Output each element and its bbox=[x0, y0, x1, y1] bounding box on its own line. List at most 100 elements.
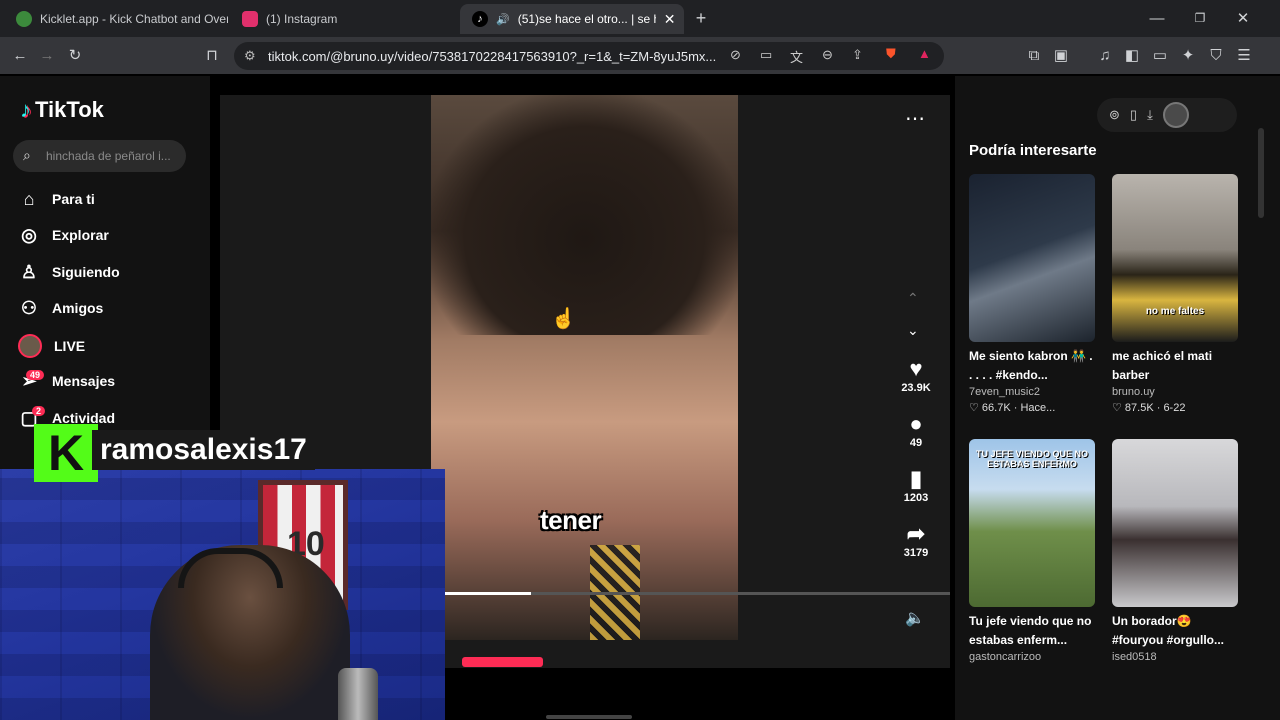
nav-label: Para ti bbox=[52, 191, 95, 207]
next-video-preview-indicator bbox=[462, 657, 543, 667]
thumbnail-caption: TU JEFE VIENDO QUE NO ESTABAS ENFERMO bbox=[975, 449, 1089, 469]
comment-button[interactable]: ● 49 bbox=[896, 411, 936, 449]
suggestion-card[interactable]: Me siento kabron 👬 . . . . . #kendo... 7… bbox=[969, 174, 1095, 414]
share-icon[interactable]: ⇪ bbox=[852, 47, 863, 63]
video-progress-fill bbox=[445, 592, 531, 595]
suggestion-thumbnail[interactable]: no me faltes bbox=[1112, 174, 1238, 342]
thumbnail-caption: no me faltes bbox=[1145, 306, 1205, 317]
media-icon[interactable]: ♫ bbox=[1096, 46, 1114, 64]
device-icon[interactable]: ▯ bbox=[1130, 107, 1137, 123]
bookmark-icon[interactable]: ⊓ bbox=[203, 46, 221, 64]
audio-playing-icon[interactable]: 🔊 bbox=[496, 13, 510, 26]
tab-instagram[interactable]: (1) Instagram bbox=[230, 4, 456, 34]
address-bar[interactable]: ⚙ tiktok.com/@bruno.uy/video/75381702284… bbox=[234, 42, 944, 70]
suggestion-title[interactable]: Un borador😍 #fouryou #orgullo... bbox=[1112, 612, 1238, 650]
vpn-shield-icon[interactable]: ⛉ bbox=[1207, 46, 1225, 64]
suggestion-card[interactable]: TU JEFE VIENDO QUE NO ESTABAS ENFERMO Tu… bbox=[969, 439, 1095, 663]
video-progress-bar[interactable] bbox=[445, 592, 950, 595]
nav-label: Mensajes bbox=[52, 373, 116, 389]
nav-label: LIVE bbox=[54, 338, 86, 354]
suggestion-title[interactable]: Tu jefe viendo que no estabas enferm... bbox=[969, 612, 1095, 650]
comment-count: 49 bbox=[909, 437, 923, 449]
coins-icon[interactable]: ⊚ bbox=[1109, 107, 1120, 123]
brave-rewards-icon[interactable]: ▲ bbox=[918, 46, 931, 61]
nav-amigos[interactable]: ⚇ Amigos bbox=[18, 297, 103, 319]
menu-icon[interactable]: ☰ bbox=[1235, 46, 1253, 64]
suggestion-author[interactable]: ised0518 bbox=[1112, 651, 1238, 663]
close-window-icon[interactable]: ✕ bbox=[1234, 9, 1252, 27]
suggestion-card[interactable]: Un borador😍 #fouryou #orgullo... ised051… bbox=[1112, 439, 1238, 663]
wallet-icon[interactable]: ▭ bbox=[1151, 46, 1169, 64]
suggestion-thumbnail[interactable] bbox=[969, 174, 1095, 342]
tiktok-wordmark: TikTok bbox=[35, 97, 104, 122]
save-count: 1203 bbox=[903, 492, 929, 504]
tiktok-note-icon: ♪ bbox=[20, 97, 31, 122]
following-icon: ♙ bbox=[20, 261, 38, 282]
sidebar-icon[interactable]: ◧ bbox=[1123, 46, 1141, 64]
leo-ai-icon[interactable]: ✦ bbox=[1179, 46, 1197, 64]
extensions-icon[interactable]: ⧉ bbox=[1025, 46, 1043, 64]
live-icon bbox=[18, 334, 42, 358]
search-icon: ⌕ bbox=[23, 147, 31, 163]
suggestion-author[interactable]: 7even_music2 bbox=[969, 386, 1095, 398]
friends-icon: ⚇ bbox=[20, 297, 38, 318]
video-frame-overlay bbox=[431, 95, 738, 335]
suggestion-title[interactable]: Me siento kabron 👬 . . . . . #kendo... bbox=[969, 347, 1095, 385]
video-caption: tener bbox=[540, 505, 602, 535]
nav-siguiendo[interactable]: ♙ Siguiendo bbox=[18, 261, 120, 283]
minimize-icon[interactable]: — bbox=[1148, 9, 1166, 27]
suggestions-title: Podría interesarte bbox=[969, 142, 1097, 159]
search-input[interactable]: ⌕ hinchada de peñarol i... bbox=[13, 140, 186, 172]
reload-icon[interactable]: ↻ bbox=[66, 46, 84, 64]
translate-icon[interactable]: 文 bbox=[790, 47, 803, 66]
bookmark-icon: ▮ bbox=[909, 466, 923, 491]
save-button[interactable]: ▮ 1203 bbox=[896, 466, 936, 504]
scroll-indicator bbox=[546, 715, 632, 719]
close-tab-icon[interactable]: ✕ bbox=[664, 11, 676, 28]
share-count: 3179 bbox=[903, 547, 929, 559]
cast-icon[interactable]: ▭ bbox=[760, 47, 772, 63]
suggestion-thumbnail[interactable] bbox=[1112, 439, 1238, 607]
url-text[interactable]: tiktok.com/@bruno.uy/video/7538170228417… bbox=[268, 49, 728, 64]
nav-para-ti[interactable]: ⌂ Para ti bbox=[18, 188, 95, 210]
instagram-favicon-icon bbox=[242, 11, 258, 27]
tab-search-icon[interactable]: ▣ bbox=[1052, 46, 1070, 64]
activity-badge: 2 bbox=[32, 406, 46, 416]
suggestion-card[interactable]: no me faltes me achicó el mati barber br… bbox=[1112, 174, 1238, 414]
tiktok-logo[interactable]: ♪ TikTok bbox=[20, 97, 104, 123]
tab-tiktok-active[interactable]: ♪ 🔊 (51)se hace el otro... | se hace ✕ bbox=[460, 4, 684, 34]
volume-icon[interactable]: 🔈 bbox=[905, 608, 925, 628]
next-video-icon[interactable]: ⌄ bbox=[907, 322, 919, 339]
back-icon[interactable]: ← bbox=[11, 46, 29, 64]
share-button[interactable]: ➦ 3179 bbox=[896, 521, 936, 559]
panel-scrollbar[interactable] bbox=[1258, 128, 1264, 218]
restore-icon[interactable]: ❐ bbox=[1191, 9, 1209, 27]
site-info-icon[interactable]: ⚙ bbox=[244, 48, 256, 64]
profile-avatar[interactable] bbox=[1162, 102, 1189, 128]
nav-explorar[interactable]: ◎ Explorar bbox=[18, 224, 109, 246]
tab-kicklet[interactable]: Kicklet.app - Kick Chatbot and Overla bbox=[4, 4, 228, 34]
suggestion-title[interactable]: me achicó el mati barber bbox=[1112, 347, 1238, 385]
kicklet-favicon-icon bbox=[16, 11, 32, 27]
new-tab-icon[interactable]: + bbox=[692, 8, 710, 28]
forward-icon[interactable]: → bbox=[38, 46, 56, 64]
top-right-controls: ⊚ ▯ ⤓ bbox=[1097, 98, 1237, 132]
mouse-cursor-icon: ☝ bbox=[551, 308, 576, 330]
previous-video-icon[interactable]: ⌃ bbox=[907, 290, 919, 307]
suggestion-author[interactable]: bruno.uy bbox=[1112, 386, 1238, 398]
tiktok-favicon-icon: ♪ bbox=[472, 11, 488, 27]
comment-icon: ● bbox=[909, 411, 923, 436]
more-options-icon[interactable]: ⋯ bbox=[905, 106, 925, 131]
nav-live[interactable]: LIVE bbox=[18, 334, 85, 358]
home-icon: ⌂ bbox=[23, 188, 35, 209]
suggestion-author[interactable]: gastoncarrizoo bbox=[969, 651, 1095, 663]
zoom-icon[interactable]: ⊖ bbox=[822, 47, 833, 63]
download-icon[interactable]: ⤓ bbox=[1147, 107, 1153, 123]
messages-badge: 49 bbox=[26, 370, 45, 380]
no-tracking-icon[interactable]: ⊘ bbox=[730, 47, 741, 63]
like-button[interactable]: ♥ 23.9K bbox=[896, 356, 936, 394]
brave-shield-icon[interactable]: ⛊ bbox=[886, 46, 896, 62]
suggestion-thumbnail[interactable]: TU JEFE VIENDO QUE NO ESTABAS ENFERMO bbox=[969, 439, 1095, 607]
tab-title: (51)se hace el otro... | se hace bbox=[517, 12, 656, 26]
like-count: 23.9K bbox=[901, 382, 931, 394]
